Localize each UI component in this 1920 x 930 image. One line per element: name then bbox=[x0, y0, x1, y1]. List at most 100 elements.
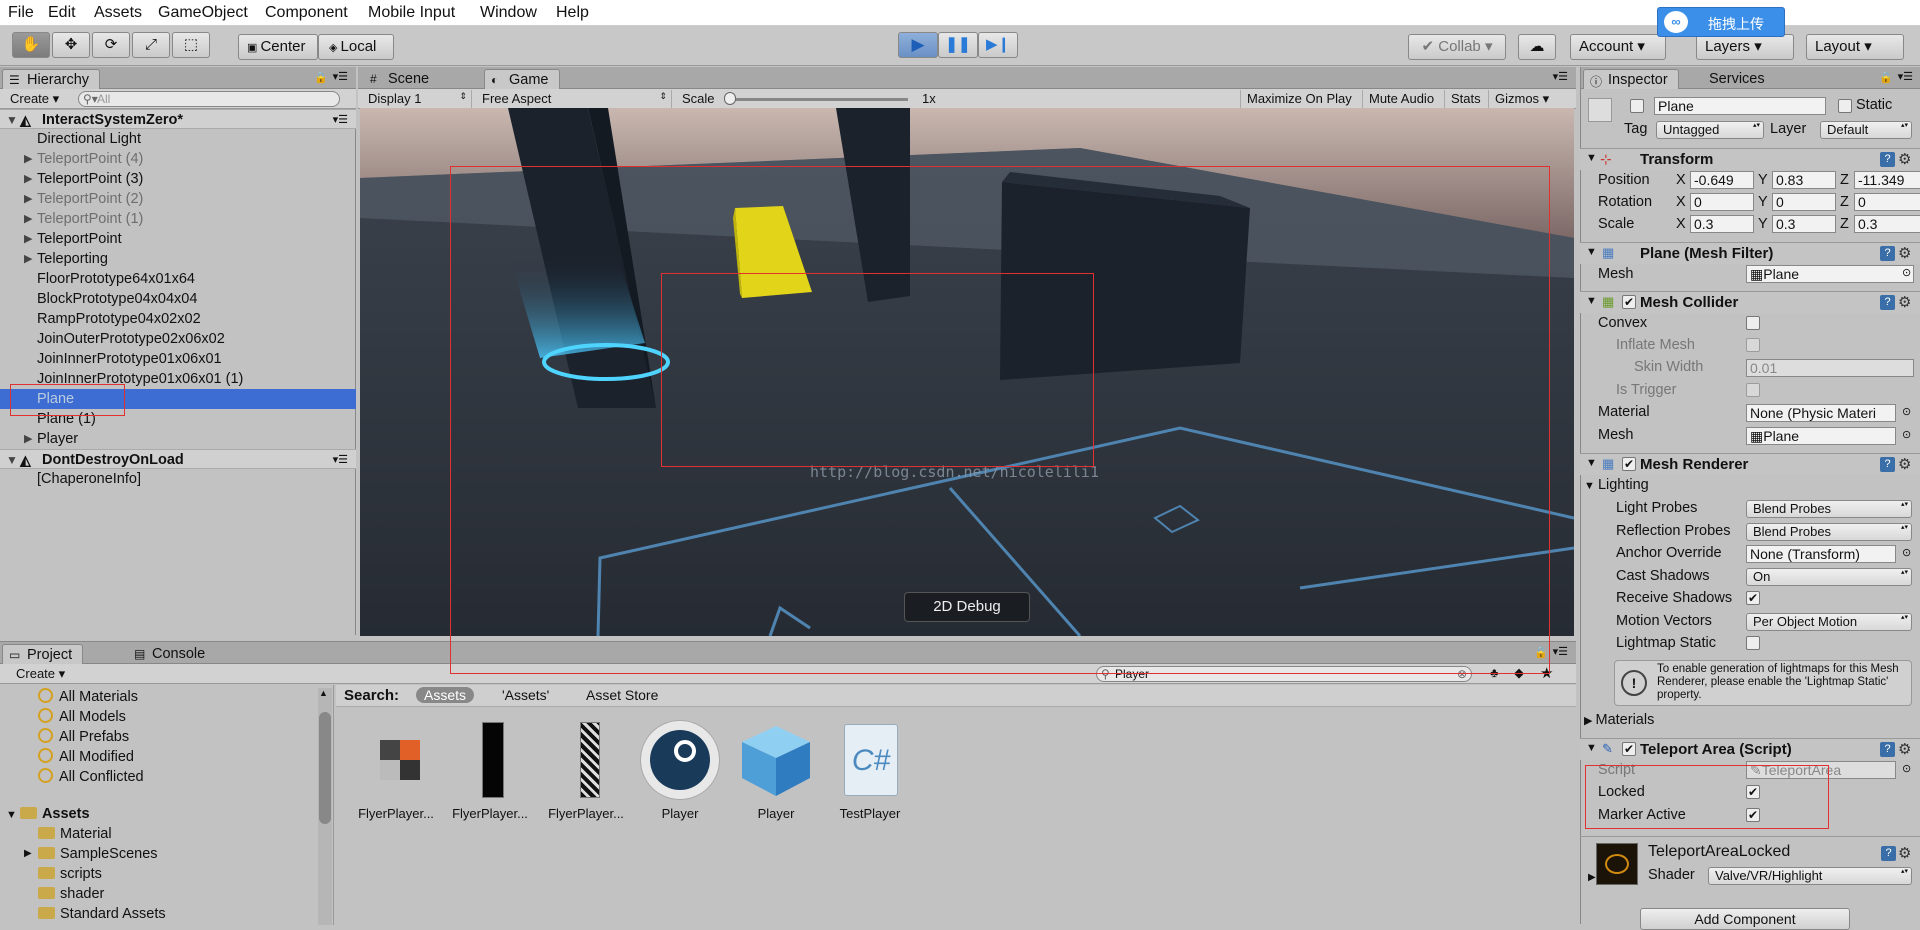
active-checkbox[interactable] bbox=[1630, 99, 1644, 113]
menu-gameobject[interactable]: GameObject bbox=[158, 4, 248, 22]
menu-component[interactable]: Component bbox=[265, 4, 348, 22]
object-picker-icon[interactable]: ⊙ bbox=[1902, 266, 1911, 279]
tab-scene[interactable]: # Scene bbox=[364, 69, 439, 89]
hierarchy-item[interactable]: FloorPrototype64x01x64 bbox=[0, 269, 356, 289]
layers-dropdown[interactable]: Layers ▾ bbox=[1696, 34, 1794, 60]
layout-dropdown[interactable]: Layout ▾ bbox=[1806, 34, 1904, 60]
hierarchy-item[interactable]: Plane (1) bbox=[0, 409, 356, 429]
project-search-input[interactable]: ⚲ Player ⊗ bbox=[1096, 666, 1472, 682]
marker-active-checkbox[interactable]: ✔ bbox=[1746, 808, 1760, 822]
favorite-item[interactable]: All Conflicted bbox=[38, 768, 144, 785]
object-picker-icon[interactable]: ⊙ bbox=[1902, 405, 1911, 418]
hierarchy-item[interactable]: ▶ Player bbox=[0, 429, 356, 449]
mesh-filter-header[interactable]: ▼ ▦ Plane (Mesh Filter) ? ⚙ bbox=[1580, 242, 1920, 264]
panel-menu-icon[interactable]: ▾☰ bbox=[1898, 70, 1913, 83]
help-icon[interactable]: ? bbox=[1880, 246, 1895, 261]
gear-icon[interactable]: ⚙ bbox=[1898, 740, 1911, 758]
project-create-dropdown[interactable]: Create ▾ bbox=[10, 665, 71, 683]
display-dropdown[interactable]: Display 1 ⇕ bbox=[362, 90, 472, 108]
object-picker-icon[interactable]: ⊙ bbox=[1902, 428, 1911, 441]
tab-hierarchy[interactable]: ☰ Hierarchy bbox=[2, 69, 101, 89]
expand-arrow-icon[interactable]: ▶ bbox=[24, 229, 32, 249]
help-icon[interactable]: ? bbox=[1880, 152, 1895, 167]
scene-menu-icon[interactable]: ▾☰ bbox=[333, 110, 348, 130]
static-checkbox[interactable] bbox=[1838, 99, 1852, 113]
teleport-area-header[interactable]: ▼ ✎ ✔ Teleport Area (Script) ? ⚙ bbox=[1580, 738, 1920, 760]
favorite-item[interactable]: All Modified bbox=[38, 748, 134, 765]
transform-header[interactable]: ▼ ⊹ Transform ? ⚙ bbox=[1580, 148, 1920, 170]
move-tool-button[interactable]: ✥ bbox=[52, 32, 90, 58]
pivot-center-toggle[interactable]: ▣ Center bbox=[238, 34, 318, 60]
scale-tool-button[interactable]: ⤢ bbox=[132, 32, 170, 58]
hierarchy-item[interactable]: ▶ TeleportPoint (1) bbox=[0, 209, 356, 229]
expand-arrow-icon[interactable]: ▶ bbox=[24, 848, 32, 859]
folder-item[interactable]: shader bbox=[38, 886, 104, 902]
asset-item[interactable]: Player bbox=[730, 720, 822, 821]
expand-arrow-icon[interactable]: ▶ bbox=[24, 249, 32, 269]
object-picker-icon[interactable]: ⊙ bbox=[1902, 546, 1911, 559]
favorite-item[interactable]: All Models bbox=[38, 708, 126, 725]
aspect-dropdown[interactable]: Free Aspect ⇕ bbox=[476, 90, 672, 108]
reflection-probes-dropdown[interactable]: Blend Probes bbox=[1746, 522, 1912, 541]
mesh-renderer-header[interactable]: ▼ ▦ ✔ Mesh Renderer ? ⚙ bbox=[1580, 453, 1920, 475]
asset-item[interactable]: FlyerPlayer... bbox=[350, 720, 442, 821]
tab-game[interactable]: ◐ Game bbox=[484, 69, 560, 89]
menu-file[interactable]: File bbox=[8, 4, 34, 22]
folder-item[interactable]: ▶ SampleScenes bbox=[24, 846, 158, 862]
hierarchy-item[interactable]: ▶ TeleportPoint bbox=[0, 229, 356, 249]
maximize-on-play-toggle[interactable]: Maximize On Play bbox=[1240, 90, 1358, 108]
assets-root-folder[interactable]: ▼ Assets bbox=[6, 806, 90, 822]
favorite-star-icon[interactable]: ★ bbox=[1540, 664, 1553, 682]
tag-dropdown[interactable]: Untagged bbox=[1656, 121, 1764, 139]
folder-item[interactable]: Standard Assets bbox=[38, 906, 166, 922]
gear-icon[interactable]: ⚙ bbox=[1898, 293, 1911, 311]
lightmap-static-checkbox[interactable] bbox=[1746, 636, 1760, 650]
asset-item[interactable]: Player bbox=[634, 720, 726, 821]
scope-assets-button[interactable]: Assets bbox=[416, 687, 475, 703]
cast-shadows-dropdown[interactable]: On bbox=[1746, 567, 1912, 586]
gear-icon[interactable]: ⚙ bbox=[1898, 150, 1911, 168]
folder-item[interactable]: Material bbox=[38, 826, 112, 842]
receive-shadows-checkbox[interactable]: ✔ bbox=[1746, 591, 1760, 605]
rotate-tool-button[interactable]: ⟳ bbox=[92, 32, 130, 58]
filter-label-icon[interactable]: ◆ bbox=[1514, 665, 1524, 681]
tab-console[interactable]: ▤ Console bbox=[128, 644, 215, 664]
tree-scrollbar-thumb[interactable] bbox=[319, 712, 331, 824]
clear-search-icon[interactable]: ⊗ bbox=[1457, 667, 1467, 681]
tree-scrollbar[interactable]: ▲ bbox=[318, 688, 332, 925]
pivot-local-toggle[interactable]: ◈ Local bbox=[318, 34, 394, 60]
help-icon[interactable]: ? bbox=[1881, 846, 1896, 861]
asset-item[interactable]: FlyerPlayer... bbox=[540, 720, 632, 821]
hand-tool-button[interactable]: ✋ bbox=[12, 32, 50, 58]
panel-menu-icon[interactable]: ▾☰ bbox=[1553, 645, 1568, 658]
gizmos-dropdown[interactable]: Gizmos ▾ bbox=[1488, 90, 1555, 108]
scale-slider-thumb[interactable] bbox=[724, 92, 736, 105]
hierarchy-item[interactable]: ▶ TeleportPoint (3) bbox=[0, 169, 356, 189]
locked-checkbox[interactable]: ✔ bbox=[1746, 785, 1760, 799]
physic-material-field[interactable]: None (Physic Materi bbox=[1746, 404, 1896, 422]
favorite-item[interactable]: All Materials bbox=[38, 688, 138, 705]
position-y-field[interactable]: 0.83 bbox=[1772, 171, 1836, 189]
expand-arrow-icon[interactable]: ▶ bbox=[24, 189, 32, 209]
tab-inspector[interactable]: ⓘ Inspector bbox=[1583, 69, 1679, 89]
hierarchy-item[interactable]: JoinOuterPrototype02x06x02 bbox=[0, 329, 356, 349]
menu-help[interactable]: Help bbox=[556, 4, 589, 22]
stats-toggle[interactable]: Stats bbox=[1444, 90, 1487, 108]
hierarchy-create-dropdown[interactable]: Create ▾ bbox=[4, 90, 65, 108]
hierarchy-item[interactable]: Plane bbox=[0, 389, 356, 409]
lock-icon[interactable]: 🔒 bbox=[314, 71, 328, 84]
hierarchy-item[interactable]: ▶ TeleportPoint (4) bbox=[0, 149, 356, 169]
collab-button[interactable]: ✔ Collab ▾ bbox=[1408, 34, 1506, 60]
mesh-field[interactable]: ▦Plane bbox=[1746, 265, 1914, 283]
tab-services[interactable]: Services bbox=[1685, 69, 1775, 89]
rotation-z-field[interactable]: 0 bbox=[1854, 193, 1920, 211]
filter-type-icon[interactable]: ♣ bbox=[1490, 665, 1499, 680]
gear-icon[interactable]: ⚙ bbox=[1898, 455, 1911, 473]
debug-2d-button[interactable]: 2D Debug bbox=[904, 592, 1030, 622]
hierarchy-search-input[interactable]: ⚲▾ All bbox=[78, 91, 340, 107]
scope-asset-store-button[interactable]: Asset Store bbox=[586, 687, 658, 703]
game-viewport[interactable]: 2D Debug http://blog.csdn.net/nicolelili… bbox=[360, 108, 1574, 636]
gear-icon[interactable]: ⚙ bbox=[1898, 844, 1911, 862]
collider-mesh-field[interactable]: ▦Plane bbox=[1746, 427, 1896, 445]
position-x-field[interactable]: -0.649 bbox=[1690, 171, 1754, 189]
